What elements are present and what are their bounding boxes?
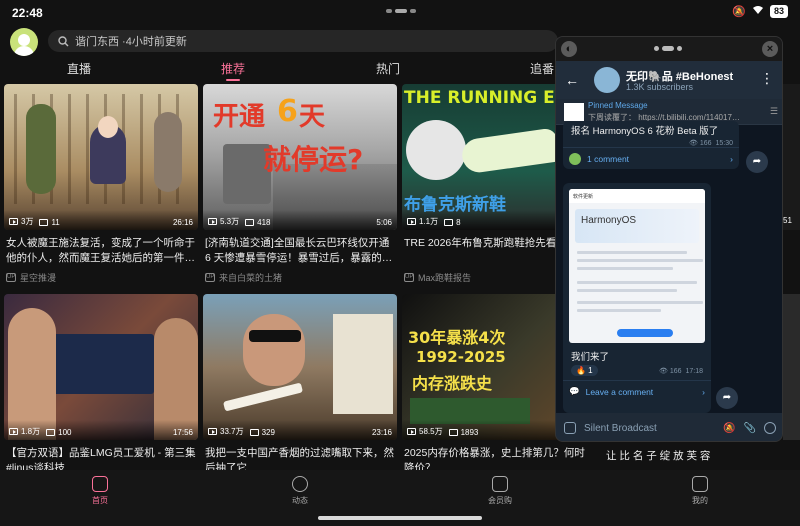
pinwheel-icon [292, 476, 308, 492]
tab-live[interactable]: 直播 [67, 60, 91, 77]
back-arrow-icon[interactable]: ← [565, 72, 579, 88]
share-button[interactable]: ➦ [716, 387, 738, 409]
play-count-icon [407, 218, 416, 225]
pin-list-icon[interactable]: ☰ [770, 106, 778, 117]
video-thumbnail[interactable]: 3万 11 26:16 [4, 84, 198, 230]
nav-mine[interactable]: 我的 [670, 476, 730, 506]
video-thumbnail-partial[interactable] [783, 294, 800, 440]
video-card[interactable]: 1.8万 100 17:56 【官方双语】品鉴LMG员工爱机 - 第三集 #li… [4, 294, 198, 476]
video-card[interactable]: 33.7万 329 23:16 我把一支中国产香烟的过滤嘴取下来，然后抽了它 [203, 294, 397, 476]
tab-hot[interactable]: 热门 [376, 60, 400, 77]
duration: 5:06 [376, 218, 392, 227]
pinned-thumbnail [564, 103, 584, 121]
uploader-name: Max跑鞋报告 [418, 273, 472, 283]
danmaku-icon [249, 429, 259, 436]
uploader-icon: UP [205, 273, 215, 282]
comment-button[interactable]: 1 comment › [563, 147, 739, 169]
more-options-icon[interactable]: ⋮ [760, 70, 774, 87]
channel-header: ← 无印🐘品 #BeHonest 1.3K subscribers ⋮ [556, 61, 782, 99]
multiwindow-handle[interactable] [386, 9, 416, 13]
play-count-icon [208, 428, 217, 435]
chevron-right-icon: › [730, 153, 733, 164]
video-thumbnail[interactable]: 33.7万 329 23:16 [203, 294, 397, 440]
message-text: 报名 HarmonyOS 6 花粉 Beta 版了 [571, 126, 719, 137]
tv-icon [692, 476, 708, 492]
camera-icon[interactable] [764, 422, 776, 434]
duration: 17:56 [172, 428, 193, 437]
close-window-button[interactable]: × [762, 41, 778, 57]
bell-muted-icon[interactable]: 🔕 [723, 423, 735, 434]
search-placeholder: 谐门东西 ·4小时前更新 [75, 36, 187, 48]
danmaku-icon [448, 429, 458, 436]
video-thumbnail[interactable]: 1.8万 100 17:56 [4, 294, 198, 440]
message-image[interactable]: 软件更新 HarmonyOS [569, 189, 705, 343]
attach-icon[interactable]: 📎 [744, 423, 756, 434]
share-button[interactable]: ➦ [746, 151, 768, 173]
uploader-icon: UP [404, 273, 414, 282]
channel-avatar[interactable] [594, 67, 620, 93]
danmaku-icon [46, 429, 56, 436]
battery-indicator: 83 [769, 5, 788, 18]
minimize-window-button[interactable]: ◐ [561, 41, 577, 57]
emoji-sticker-icon[interactable] [564, 422, 576, 434]
duration: 26:16 [172, 218, 193, 227]
commenter-avatar [569, 152, 581, 165]
play-count-icon [208, 218, 217, 225]
reaction-chip[interactable]: 🔥 1 [571, 365, 598, 376]
home-indicator[interactable] [318, 516, 482, 520]
uploader-name: 星空推漫 [20, 273, 57, 283]
search-icon [58, 35, 69, 46]
clock: 22:48 [12, 6, 43, 20]
nav-dynamic[interactable]: 动态 [270, 476, 330, 506]
duration: 23:16 [371, 428, 392, 437]
video-card[interactable]: 3万 11 26:16 女人被魔王施法复活，变成了一个听命于他的仆人，然而魔王复… [4, 84, 198, 284]
play-count-icon [9, 218, 18, 225]
leave-comment-button[interactable]: 💬 Leave a comment › [563, 380, 711, 402]
uploader-icon: UP [6, 273, 16, 282]
avatar[interactable] [10, 28, 38, 56]
status-bar: 22:48 🔕 83 [0, 0, 800, 26]
message-bubble[interactable]: 报名 HarmonyOS 6 花粉 Beta 版了 👁 166 15:30 1 … [563, 121, 739, 169]
video-title-partial[interactable]: 让 比 名 子 绽 放 芙 容 [606, 448, 786, 463]
floating-window[interactable]: ◐ × ← 无印🐘品 #BeHonest 1.3K subscribers ⋮ … [555, 36, 783, 442]
play-count-icon [407, 428, 416, 435]
message-input-bar[interactable]: Silent Broadcast 🔕 📎 [556, 413, 782, 441]
bag-icon [492, 476, 508, 492]
tab-anime[interactable]: 追番 [530, 60, 554, 77]
nav-home[interactable]: 首页 [70, 476, 130, 506]
video-title[interactable]: [济南轨道交通]全国最长云巴环线仅开通6 天惨遭暴雪停运！暴雪过后，暴露的… [203, 236, 397, 266]
video-thumbnail-partial[interactable]: 51 [783, 84, 800, 230]
danmaku-icon [245, 219, 255, 226]
search-bar[interactable]: 谐门东西 ·4小时前更新 [48, 30, 558, 52]
floating-window-titlebar[interactable]: ◐ × [556, 37, 782, 61]
uploader-name: 来自白菜的土猪 [219, 273, 283, 283]
chat-area: 报名 HarmonyOS 6 花粉 Beta 版了 👁 166 15:30 1 … [556, 121, 782, 413]
tab-recommend[interactable]: 推荐 [221, 60, 245, 81]
danmaku-icon [39, 219, 49, 226]
comment-icon: 💬 [569, 386, 580, 396]
nav-shop[interactable]: 会员购 [470, 476, 530, 506]
video-thumbnail[interactable]: 开通 6 天 就停运? 5.3万 418 5:06 [203, 84, 397, 230]
mute-icon: 🔕 [732, 6, 746, 18]
video-card[interactable]: 开通 6 天 就停运? 5.3万 418 5:06 [济南轨道交通]全国最长云巴… [203, 84, 397, 284]
play-count-icon [9, 428, 18, 435]
home-icon [92, 476, 108, 492]
message-input[interactable]: Silent Broadcast [584, 423, 715, 434]
danmaku-icon [444, 219, 454, 226]
chevron-right-icon: › [702, 386, 705, 397]
wifi-icon [752, 5, 764, 18]
top-tabs: 直播 推荐 热门 追番 [0, 58, 560, 81]
message-bubble[interactable]: 软件更新 HarmonyOS 我们来了 🔥 1 👁 166 17:18 💬 Le… [563, 183, 711, 413]
subscriber-count: 1.3K subscribers [626, 82, 694, 92]
window-drag-handle[interactable] [654, 46, 682, 51]
message-text: 我们来了 [571, 352, 610, 363]
video-title[interactable]: 女人被魔王施法复活，变成了一个听命于他的仆人，然而魔王复活她后的第一件… [4, 236, 198, 266]
